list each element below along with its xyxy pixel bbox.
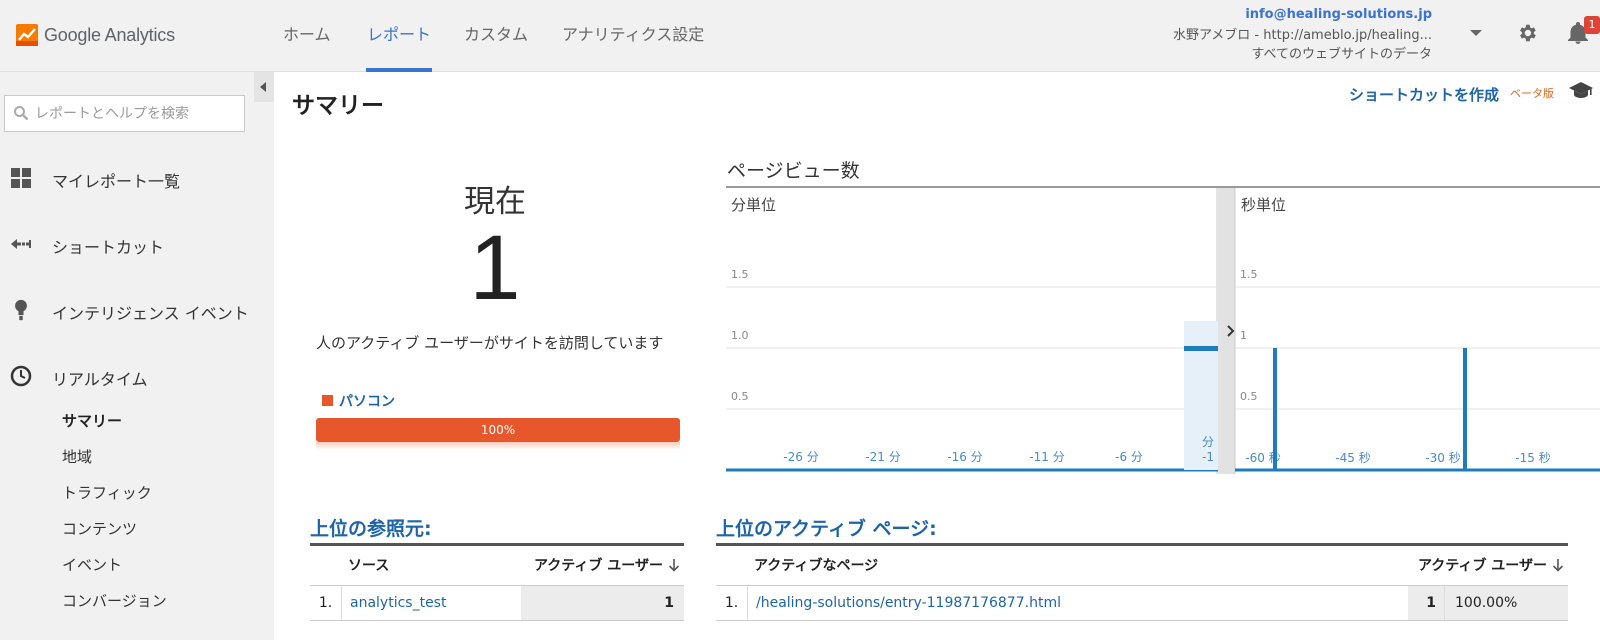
- minute-chart: 0.5 1.0 1.5 -26 分 -21 分 -16 分 -11 分 -6 分 分-1: [726, 268, 1218, 472]
- sidebar-item-realtime[interactable]: リアルタイム: [0, 356, 254, 396]
- x-tick-label: -26 分: [783, 450, 818, 464]
- shortcut-arrow-icon: [11, 239, 31, 249]
- sidebar-item-label: マイレポート一覧: [52, 172, 181, 191]
- device-share-bar-shadow: [316, 442, 680, 450]
- second-chart: 0.511.5-60 秒 -45 秒 -30 秒 -15 秒: [1235, 268, 1600, 472]
- column-header-active-users[interactable]: アクティブ ユーザー: [528, 546, 680, 585]
- tab-admin[interactable]: アナリティクス設定: [562, 0, 704, 72]
- referrer-source-link[interactable]: analytics_test: [350, 586, 446, 620]
- sidebar-item-label: リアルタイム: [52, 370, 148, 389]
- device-share-bar: 100%: [316, 418, 680, 442]
- top-active-pages-title: 上位のアクティブ ページ:: [716, 518, 937, 540]
- x-tick-label: -16 分: [947, 450, 982, 464]
- pageview-bar[interactable]: [1184, 346, 1218, 351]
- sort-down-icon: [668, 559, 680, 572]
- row-index: 1.: [716, 586, 748, 620]
- realtime-subitem-summary[interactable]: サマリー: [62, 410, 122, 431]
- device-legend-label[interactable]: パソコン: [339, 391, 395, 411]
- x-tick-label: -11 分: [1029, 450, 1064, 464]
- column-header-source[interactable]: ソース: [348, 546, 389, 585]
- search-input[interactable]: [35, 102, 235, 126]
- table-row: 1. /healing-solutions/entry-11987176877.…: [716, 586, 1568, 621]
- y-tick-label: 1: [1240, 329, 1247, 342]
- table-header-row: アクティブなページ アクティブ ユーザー: [716, 546, 1568, 586]
- clock-icon: [10, 365, 32, 387]
- column-header-active-page[interactable]: アクティブなページ: [754, 546, 878, 585]
- sidebar-item-label: ショートカット: [52, 238, 165, 257]
- analytics-logo-icon: [16, 24, 38, 46]
- active-users-count: 1: [469, 217, 521, 319]
- realtime-subitem-events[interactable]: イベント: [62, 554, 122, 575]
- chevron-down-icon[interactable]: [1470, 30, 1482, 36]
- account-email[interactable]: info@healing-solutions.jp: [1245, 7, 1432, 22]
- page-active-percent: 100.00%: [1444, 586, 1568, 620]
- collapse-arrow-icon: [260, 82, 266, 92]
- realtime-subitem-traffic[interactable]: トラフィック: [62, 482, 152, 503]
- y-tick-label: 0.5: [731, 390, 749, 403]
- x-tick-label: -45 秒: [1335, 451, 1370, 465]
- x-tick-label: -1: [1202, 450, 1214, 464]
- column-header-label: アクティブ ユーザー: [1417, 558, 1547, 574]
- active-users-caption: 人のアクティブ ユーザーがサイトを訪問しています: [316, 334, 664, 352]
- sidebar-collapse-button[interactable]: [254, 72, 274, 102]
- tab-customization[interactable]: カスタム: [464, 0, 528, 72]
- lightbulb-icon: [15, 299, 27, 321]
- top-active-pages-table: アクティブなページ アクティブ ユーザー 1. /healing-solutio…: [716, 543, 1568, 621]
- realtime-subitem-locations[interactable]: 地域: [62, 446, 92, 467]
- top-referrers-title: 上位の参照元:: [310, 518, 432, 540]
- page-active-users: 1: [1408, 586, 1444, 620]
- tab-home[interactable]: ホーム: [283, 0, 331, 72]
- tab-reports[interactable]: レポート: [366, 0, 433, 72]
- table-header-row: ソース アクティブ ユーザー: [310, 546, 684, 586]
- account-property[interactable]: 水野アメブロ - http://ameblo.jp/healing...: [1173, 24, 1432, 43]
- x-tick-label: -21 分: [865, 450, 900, 464]
- x-tick-label: -30 秒: [1425, 451, 1460, 465]
- realtime-subitem-conversions[interactable]: コンバージョン: [62, 590, 167, 611]
- table-row: 1. analytics_test 1: [310, 586, 684, 621]
- y-tick-label: 1.5: [731, 268, 749, 281]
- page-title: サマリー: [292, 93, 384, 119]
- top-header: Google Analytics ホーム レポート カスタム アナリティクス設定…: [0, 0, 1600, 72]
- sidebar-item-intelligence[interactable]: インテリジェンス イベント: [0, 290, 254, 330]
- sidebar-item-label: インテリジェンス イベント: [52, 304, 249, 323]
- pageview-bar[interactable]: [1463, 348, 1467, 470]
- grid-icon: [11, 168, 31, 188]
- google-analytics-logo[interactable]: Google Analytics: [16, 22, 175, 48]
- gear-icon[interactable]: [1516, 22, 1538, 44]
- minute-chart-title: 分単位: [731, 196, 776, 214]
- search-icon: [14, 106, 29, 121]
- pageviews-title: ページビュー数: [727, 160, 860, 182]
- active-page-link[interactable]: /healing-solutions/entry-11987176877.htm…: [756, 586, 1061, 620]
- x-tick-label: 分: [1202, 435, 1214, 449]
- top-referrers-table: ソース アクティブ ユーザー 1. analytics_test 1: [310, 543, 684, 621]
- x-tick-label: -15 秒: [1515, 451, 1550, 465]
- row-index: 1.: [310, 586, 342, 620]
- column-header-label: アクティブ ユーザー: [533, 558, 663, 574]
- pageviews-charts: 分単位 秒単位 0.51.01.5-26 分 -21 分 -16 分 -11 分 -6 …: [726, 186, 1600, 474]
- x-tick-label: -6 分: [1115, 450, 1143, 464]
- y-tick-label: 1.5: [1240, 268, 1258, 281]
- referrer-active-users: 1: [521, 586, 684, 620]
- now-label: 現在: [464, 184, 526, 220]
- sidebar-item-shortcuts[interactable]: ショートカット: [0, 224, 254, 264]
- column-header-active-users[interactable]: アクティブ ユーザー: [1376, 546, 1564, 585]
- create-shortcut-link[interactable]: ショートカットを作成: [1349, 84, 1499, 105]
- device-legend-swatch: [322, 395, 333, 406]
- y-tick-label: 1.0: [731, 329, 749, 342]
- second-chart-title: 秒単位: [1241, 196, 1286, 214]
- logo-text: Google Analytics: [44, 24, 175, 45]
- pageview-bar[interactable]: [1273, 348, 1277, 470]
- sort-down-icon: [1552, 559, 1564, 572]
- beta-badge: ベータ版: [1510, 87, 1554, 100]
- left-sidebar: マイレポート一覧 ショートカット インテリジェンス イベント リアルタイム サマ…: [0, 72, 274, 640]
- sidebar-item-my-reports[interactable]: マイレポート一覧: [0, 158, 254, 198]
- account-view[interactable]: すべてのウェブサイトのデータ: [1251, 43, 1432, 62]
- graduation-cap-icon[interactable]: [1568, 80, 1594, 100]
- search-box: [4, 95, 245, 132]
- notification-badge: 1: [1584, 16, 1600, 34]
- realtime-subitem-content[interactable]: コンテンツ: [62, 518, 137, 539]
- y-tick-label: 0.5: [1240, 390, 1258, 403]
